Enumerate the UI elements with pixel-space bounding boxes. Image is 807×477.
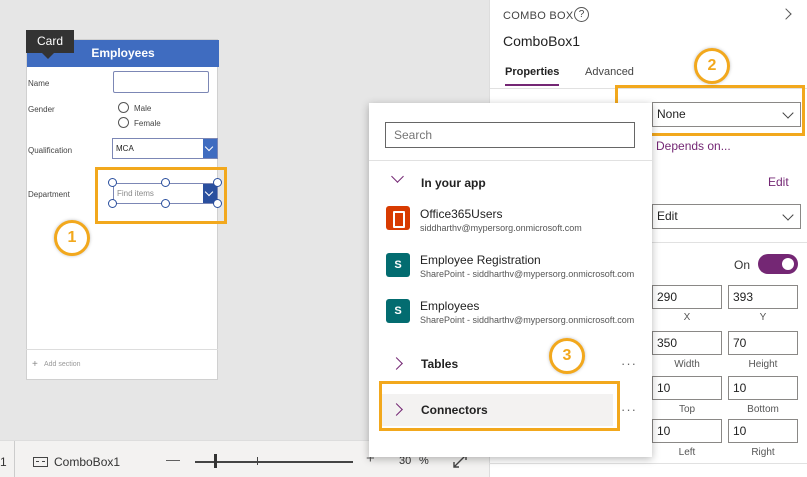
tab-advanced[interactable]: Advanced	[585, 66, 634, 78]
source-title[interactable]: Office365Users	[420, 207, 502, 221]
section-divider	[489, 463, 807, 464]
zoom-slider[interactable]	[195, 461, 353, 463]
source-subtitle: siddharthv@mypersorg.onmicrosoft.com	[420, 223, 582, 233]
chevron-down-icon	[782, 107, 794, 119]
padding-top-input[interactable]: 10	[652, 376, 722, 400]
qualification-value: MCA	[116, 144, 134, 153]
resize-handle[interactable]	[161, 178, 170, 187]
screen-number: 1	[0, 455, 7, 469]
padding-top-caption: Top	[678, 404, 696, 415]
padding-left-caption: Left	[678, 447, 696, 458]
connectors-row[interactable]	[381, 394, 613, 426]
sharepoint-icon	[386, 299, 410, 323]
edit-fields-link[interactable]: Edit	[768, 175, 789, 189]
zoom-slider-tick	[257, 457, 258, 465]
padding-right-input[interactable]: 10	[728, 419, 798, 443]
display-mode-value: Edit	[657, 209, 678, 223]
search-input[interactable]	[385, 122, 635, 148]
chevron-down-icon	[203, 139, 217, 158]
height-caption: Height	[748, 359, 778, 370]
width-input[interactable]: 350	[652, 331, 722, 355]
padding-left-input[interactable]: 10	[652, 419, 722, 443]
chevron-right-icon[interactable]	[390, 357, 403, 370]
padding-bottom-input[interactable]: 10	[728, 376, 798, 400]
control-type-label: COMBO BOX	[503, 10, 574, 22]
resize-handle[interactable]	[108, 178, 117, 187]
resize-handle[interactable]	[213, 178, 222, 187]
department-label: Department	[28, 190, 70, 199]
name-input[interactable]	[113, 71, 209, 93]
resize-handle[interactable]	[161, 199, 170, 208]
gender-label: Gender	[28, 105, 55, 114]
display-mode-dropdown[interactable]: Edit	[652, 204, 801, 229]
in-your-app-header[interactable]: In your app	[421, 176, 486, 190]
tab-divider	[490, 88, 807, 89]
selected-component-label[interactable]: ComboBox1	[54, 455, 120, 469]
zoom-out-button[interactable]: —	[166, 451, 180, 467]
x-input[interactable]: 290	[652, 285, 722, 309]
sharepoint-icon	[386, 253, 410, 277]
source-subtitle: SharePoint - siddharthv@mypersorg.onmicr…	[420, 315, 635, 325]
visible-toggle[interactable]	[758, 254, 798, 274]
gender-female-label: Female	[134, 119, 161, 128]
width-caption: Width	[674, 359, 700, 370]
more-options-icon[interactable]: ···	[621, 402, 637, 417]
chevron-down-icon[interactable]	[391, 170, 404, 183]
tables-group[interactable]: Tables	[421, 357, 458, 371]
y-caption: Y	[759, 312, 767, 323]
combobox-icon	[33, 457, 48, 467]
source-title[interactable]: Employee Registration	[420, 253, 541, 267]
more-options-icon[interactable]: ···	[621, 356, 637, 371]
source-subtitle: SharePoint - siddharthv@mypersorg.onmicr…	[420, 269, 635, 279]
divider	[14, 441, 15, 477]
callout-badge-3: 3	[549, 338, 585, 374]
depends-on-link[interactable]: Depends on...	[656, 139, 731, 153]
x-caption: X	[683, 312, 691, 323]
callout-badge-1: 1	[54, 220, 90, 256]
office365-icon	[386, 206, 410, 230]
chevron-down-icon	[782, 209, 794, 221]
items-dropdown[interactable]: None	[652, 102, 801, 127]
y-input[interactable]: 393	[728, 285, 798, 309]
height-input[interactable]: 70	[728, 331, 798, 355]
resize-handle[interactable]	[213, 199, 222, 208]
data-source-flyout: In your app Office365Users siddharthv@my…	[369, 103, 652, 457]
control-name[interactable]: ComboBox1	[503, 33, 580, 49]
help-icon[interactable]: ?	[574, 7, 589, 22]
callout-badge-2: 2	[694, 48, 730, 84]
gender-female-radio[interactable]	[118, 117, 129, 128]
source-title[interactable]: Employees	[420, 299, 479, 313]
add-section-button[interactable]: Add section	[26, 349, 218, 380]
qualification-label: Qualification	[28, 146, 73, 155]
visible-toggle-label: On	[734, 258, 751, 272]
connectors-group[interactable]: Connectors	[421, 403, 488, 417]
gender-male-radio[interactable]	[118, 102, 129, 113]
resize-handle[interactable]	[108, 199, 117, 208]
combobox-placeholder: Find items	[117, 189, 154, 198]
divider	[369, 160, 652, 161]
collapse-panel-chevron-icon[interactable]	[780, 8, 792, 20]
padding-right-caption: Right	[751, 447, 775, 458]
padding-bottom-caption: Bottom	[747, 404, 779, 415]
card-tooltip: Card	[26, 30, 74, 59]
items-value: None	[657, 107, 686, 121]
name-label: Name	[28, 79, 50, 88]
zoom-slider-thumb[interactable]	[214, 454, 217, 468]
tab-properties[interactable]: Properties	[505, 66, 560, 86]
qualification-dropdown[interactable]: MCA	[112, 138, 218, 159]
gender-male-label: Male	[134, 104, 152, 113]
